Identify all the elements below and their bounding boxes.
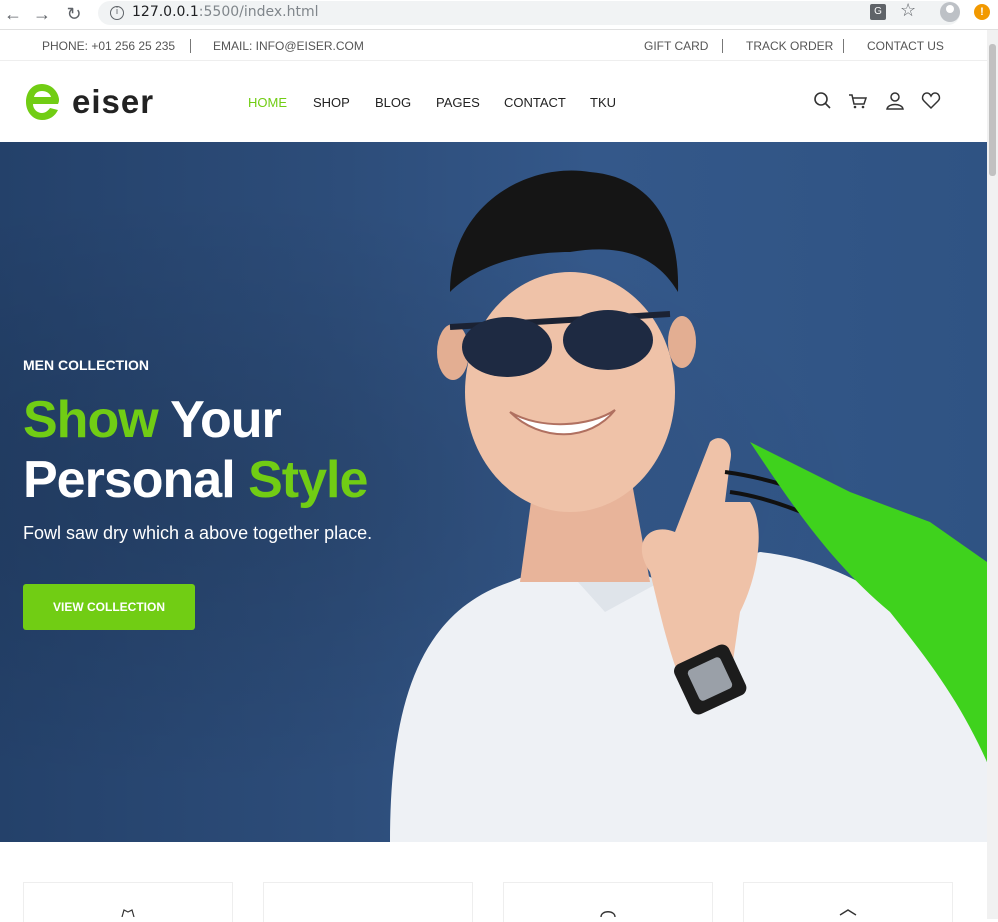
divider — [843, 39, 844, 53]
top-info-bar: PHONE: +01 256 25 235 EMAIL: INFO@EISER.… — [0, 31, 987, 61]
contact-us-link[interactable]: CONTACT US — [867, 39, 944, 53]
user-icon[interactable] — [884, 90, 906, 112]
site-header: eiser HOME SHOP BLOG PAGES CONTACT TKU — [0, 62, 987, 142]
translate-icon[interactable]: G — [870, 4, 886, 20]
track-order-link[interactable]: TRACK ORDER — [746, 39, 833, 53]
email-text: EMAIL: INFO@EISER.COM — [213, 39, 364, 53]
feature-card[interactable] — [23, 882, 233, 922]
search-icon[interactable] — [812, 90, 834, 112]
feature-card[interactable] — [503, 882, 713, 922]
feature-icon — [839, 909, 857, 916]
hero-banner: MEN COLLECTION Show Your Personal Style … — [0, 142, 987, 842]
feature-card[interactable] — [263, 882, 473, 922]
nav-pages[interactable]: PAGES — [436, 95, 480, 110]
bookmark-star-icon[interactable]: ☆ — [900, 0, 916, 21]
feature-icon — [600, 911, 616, 917]
scrollbar-thumb[interactable] — [989, 44, 996, 176]
features-section — [0, 842, 987, 922]
hero-model-image — [390, 170, 987, 842]
logo-mark-icon[interactable] — [24, 82, 60, 122]
back-arrow-icon[interactable]: ← — [2, 3, 24, 25]
nav-home[interactable]: HOME — [248, 95, 287, 110]
nav-contact[interactable]: CONTACT — [504, 95, 566, 110]
hero-subtitle: MEN COLLECTION — [23, 357, 149, 373]
view-collection-button[interactable]: VIEW COLLECTION — [23, 584, 195, 630]
profile-avatar-icon[interactable] — [940, 2, 960, 22]
phone-text: PHONE: +01 256 25 235 — [42, 39, 176, 53]
hero-title-show: Show — [23, 391, 159, 449]
feature-card[interactable] — [743, 882, 953, 922]
hero-title: Show Your Personal Style — [23, 390, 368, 510]
heart-icon[interactable] — [920, 90, 942, 112]
browser-toolbar: ← → ↻ i 127.0.0.1:5500/index.html G ☆ ! — [0, 0, 998, 30]
address-bar[interactable]: i 127.0.0.1:5500/index.html — [98, 1, 960, 25]
hero-description: Fowl saw dry which a above together plac… — [23, 523, 373, 543]
hero-title-personal: Personal — [23, 451, 249, 509]
feature-icon — [121, 909, 135, 917]
hero-title-style: Style — [248, 451, 368, 509]
info-icon[interactable]: i — [110, 6, 124, 20]
divider — [722, 39, 723, 53]
divider — [190, 39, 191, 53]
hero-title-your: Your — [157, 391, 282, 449]
reload-icon[interactable]: ↻ — [63, 3, 85, 25]
cart-icon[interactable] — [847, 90, 869, 112]
forward-arrow-icon[interactable]: → — [31, 3, 53, 25]
url-text[interactable]: 127.0.0.1:5500/index.html — [132, 4, 319, 20]
update-alert-icon[interactable]: ! — [974, 4, 990, 20]
nav-blog[interactable]: BLOG — [375, 95, 411, 110]
nav-tku[interactable]: TKU — [590, 95, 616, 110]
gift-card-link[interactable]: GIFT CARD — [644, 39, 708, 53]
logo-text[interactable]: eiser — [72, 83, 154, 121]
nav-shop[interactable]: SHOP — [313, 95, 350, 110]
